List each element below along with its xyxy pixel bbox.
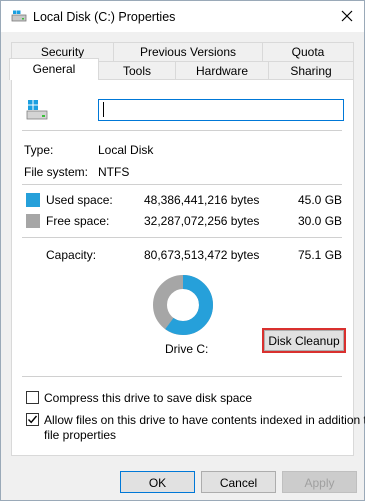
- disk-cleanup-label: Disk Cleanup: [264, 330, 344, 351]
- tab-quota[interactable]: Quota: [262, 42, 354, 61]
- window-title: Local Disk (C:) Properties: [33, 10, 176, 24]
- used-space-swatch: [26, 193, 40, 207]
- drive-icon: [26, 100, 48, 120]
- free-space-label: Free space:: [46, 214, 110, 228]
- type-value: Local Disk: [98, 143, 154, 157]
- separator: [22, 184, 342, 185]
- apply-button[interactable]: Apply: [282, 471, 357, 493]
- tab-hardware[interactable]: Hardware: [175, 61, 269, 80]
- text-caret: [103, 102, 104, 117]
- properties-window: Local Disk (C:) Properties Security Prev…: [0, 0, 365, 501]
- index-label-line1[interactable]: Allow files on this drive to have conten…: [44, 413, 365, 427]
- general-tab-panel: Type: Local Disk File system: NTFS Used …: [11, 79, 365, 456]
- index-label-line2[interactable]: file properties: [44, 428, 116, 442]
- drive-label: Drive C:: [165, 342, 209, 356]
- used-space-bytes: 48,386,441,216 bytes: [144, 193, 260, 207]
- close-button[interactable]: [334, 4, 360, 28]
- checkmark-icon: [27, 415, 38, 424]
- capacity-label: Capacity:: [46, 248, 97, 262]
- disk-usage-donut: [153, 275, 213, 335]
- free-space-swatch: [26, 214, 40, 228]
- free-space-gb: 30.0 GB: [298, 214, 343, 228]
- separator: [22, 130, 342, 131]
- title-bar[interactable]: Local Disk (C:) Properties: [1, 1, 364, 32]
- cancel-button[interactable]: Cancel: [201, 471, 276, 493]
- capacity-gb: 75.1 GB: [298, 248, 343, 262]
- drive-icon: [11, 10, 27, 22]
- used-space-label: Used space:: [46, 193, 113, 207]
- compress-label[interactable]: Compress this drive to save disk space: [44, 391, 252, 405]
- disk-cleanup-button[interactable]: Disk Cleanup: [262, 328, 346, 353]
- volume-name-input[interactable]: [98, 99, 344, 121]
- close-icon: [341, 10, 353, 22]
- ok-button[interactable]: OK: [120, 471, 195, 493]
- compress-checkbox[interactable]: [26, 391, 39, 404]
- tab-previous-versions[interactable]: Previous Versions: [113, 42, 263, 61]
- separator: [22, 376, 342, 377]
- separator: [22, 237, 342, 238]
- free-space-bytes: 32,287,072,256 bytes: [144, 214, 260, 228]
- tab-tools[interactable]: Tools: [98, 61, 176, 80]
- index-checkbox[interactable]: [26, 413, 39, 426]
- file-system-label: File system:: [24, 165, 89, 179]
- used-space-gb: 45.0 GB: [298, 193, 343, 207]
- type-label: Type:: [24, 143, 54, 157]
- file-system-value: NTFS: [98, 165, 130, 179]
- tab-sharing[interactable]: Sharing: [268, 61, 354, 80]
- tab-general[interactable]: General: [9, 58, 99, 80]
- capacity-bytes: 80,673,513,472 bytes: [144, 248, 260, 262]
